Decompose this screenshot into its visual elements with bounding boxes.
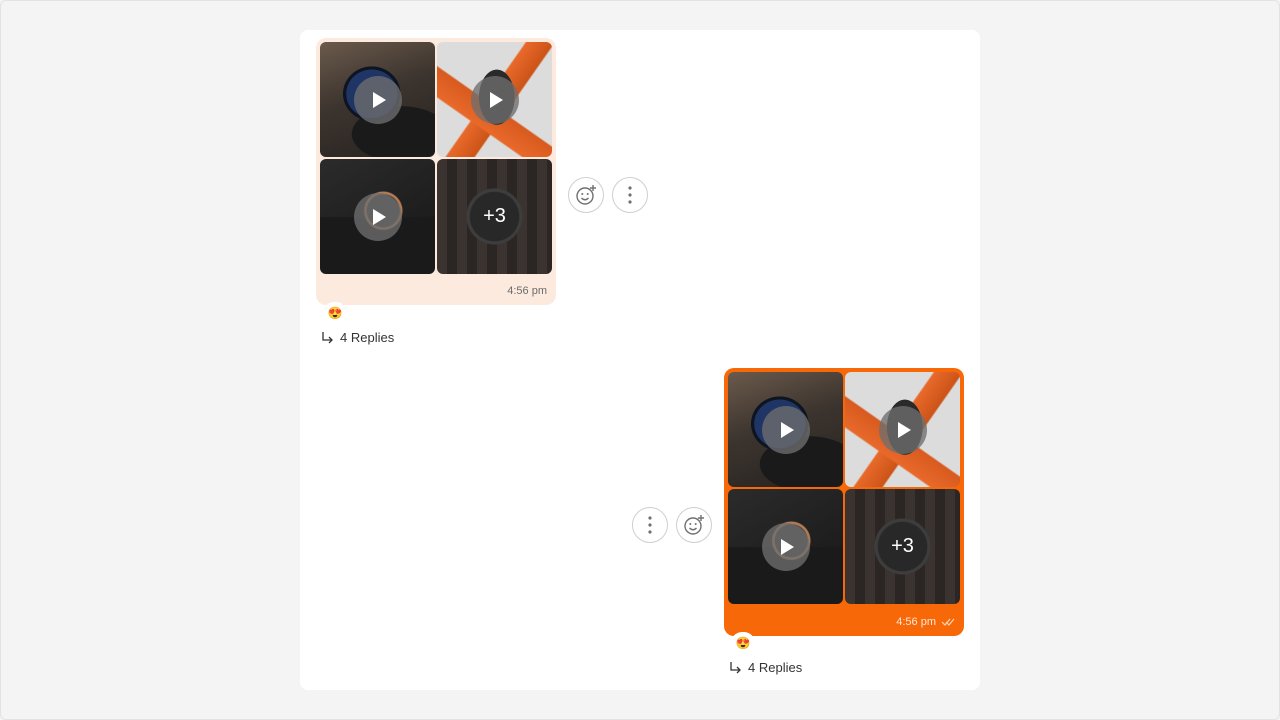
add-reaction-icon [576, 185, 596, 205]
replies-label: 4 Replies [340, 330, 395, 345]
reaction-emoji: 😍 [327, 306, 343, 320]
media-tile-more[interactable]: +3 [437, 159, 552, 274]
outgoing-message-bubble[interactable]: +3 4:56 pm [724, 368, 964, 636]
media-tile-more[interactable]: +3 [845, 489, 960, 604]
play-icon[interactable] [761, 522, 810, 571]
more-options-button[interactable] [632, 507, 668, 543]
play-icon[interactable] [878, 405, 927, 454]
reply-arrow-icon [322, 331, 333, 343]
media-tile-video[interactable] [437, 42, 552, 157]
play-icon[interactable] [353, 75, 402, 124]
play-icon[interactable] [353, 192, 402, 241]
media-tile-video[interactable] [320, 42, 435, 157]
more-vertical-icon [648, 516, 652, 534]
media-grid: +3 [728, 372, 960, 604]
more-vertical-icon [628, 186, 632, 204]
reaction-badge[interactable]: 😍 [731, 632, 755, 654]
play-icon[interactable] [470, 75, 519, 124]
media-tile-video[interactable] [728, 489, 843, 604]
media-grid: +3 [320, 42, 552, 274]
more-options-button[interactable] [612, 177, 648, 213]
add-reaction-button[interactable] [676, 507, 712, 543]
replies-link[interactable]: 4 Replies [728, 660, 802, 675]
message-meta: 4:56 pm [507, 285, 547, 297]
message-meta: 4:56 pm [896, 616, 955, 628]
play-icon[interactable] [761, 405, 810, 454]
message-time: 4:56 pm [896, 616, 936, 628]
replies-link[interactable]: 4 Replies [320, 330, 394, 345]
add-reaction-icon [684, 515, 704, 535]
more-media-count[interactable]: +3 [470, 192, 519, 241]
incoming-message-bubble[interactable]: +3 4:56 pm [316, 38, 556, 305]
reaction-badge[interactable]: 😍 [323, 302, 347, 324]
message-time: 4:56 pm [507, 285, 547, 297]
chat-panel: +3 4:56 pm 😍 4 Replies +3 4:56 pm 😍 4 Re… [300, 30, 980, 690]
media-tile-video[interactable] [728, 372, 843, 487]
reaction-emoji: 😍 [735, 636, 751, 650]
more-media-count[interactable]: +3 [878, 522, 927, 571]
media-tile-video[interactable] [320, 159, 435, 274]
add-reaction-button[interactable] [568, 177, 604, 213]
media-tile-video[interactable] [845, 372, 960, 487]
replies-label: 4 Replies [748, 660, 803, 675]
reply-arrow-icon [730, 661, 741, 673]
double-check-icon [941, 617, 955, 627]
